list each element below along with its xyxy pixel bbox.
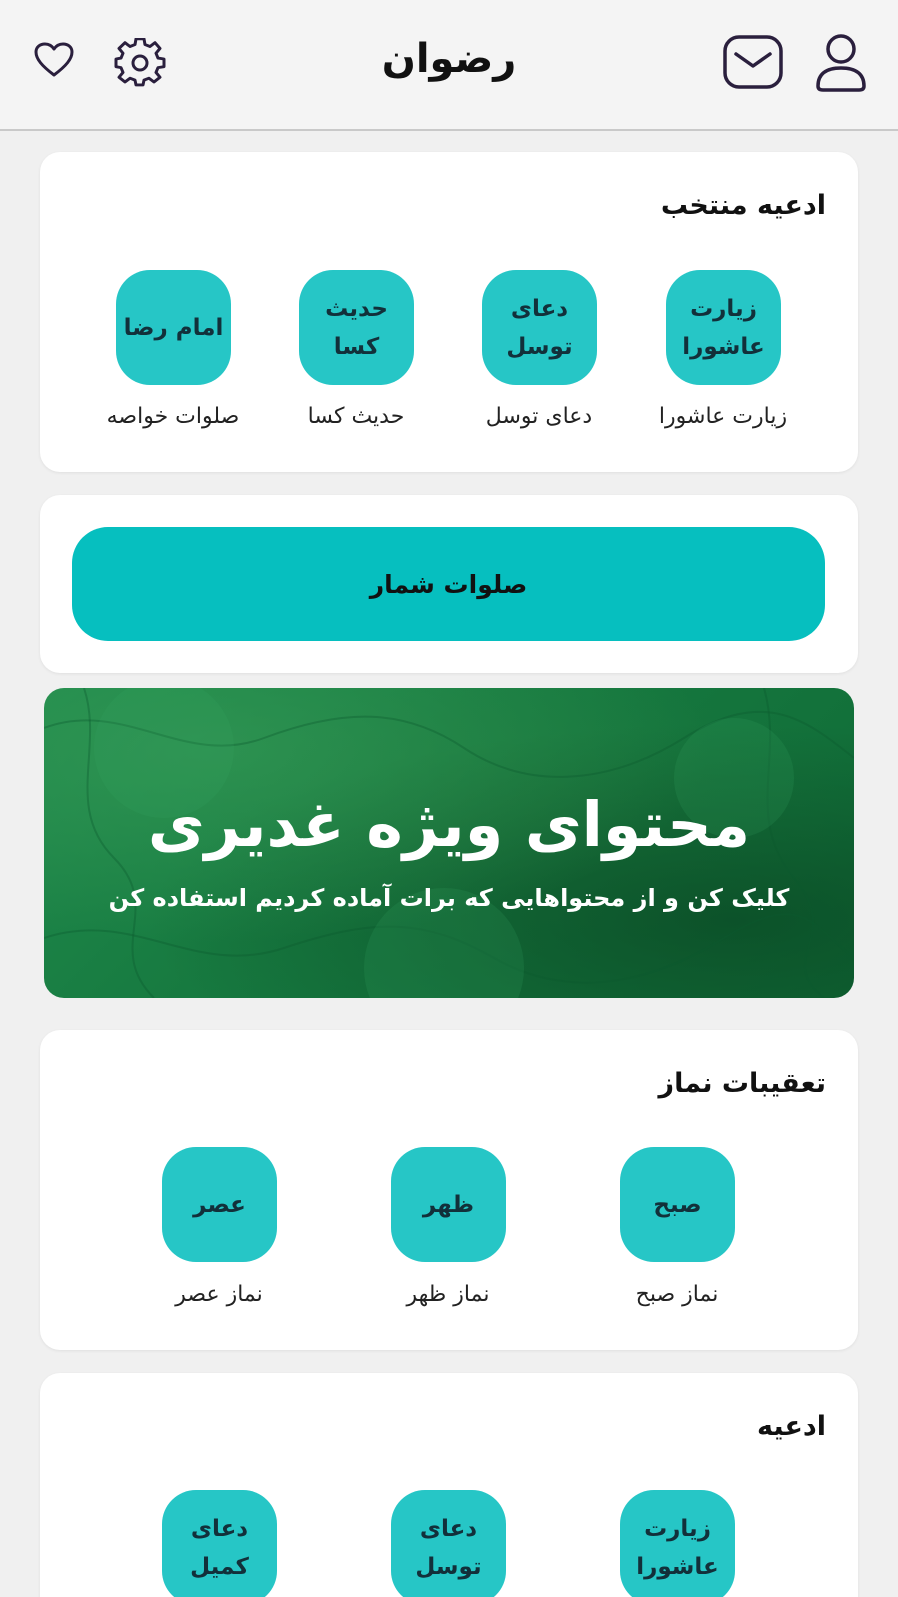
ghadir-content-banner[interactable]: محتوای ویژه غدیری کلیک کن و از محتواهایی… <box>44 688 854 998</box>
tile-asr[interactable]: عصر <box>162 1147 277 1262</box>
tile-label: حدیث کسا <box>307 404 405 429</box>
tile-label: نماز عصر <box>175 1282 263 1307</box>
tile-doa-kumail[interactable]: دعای کمیل <box>162 1490 277 1597</box>
tile-ziarat-ashura[interactable]: زیارت عاشورا <box>620 1490 735 1597</box>
app-header: رضوان <box>0 0 898 131</box>
tile-doa-tavasol[interactable]: دعای توسل <box>482 270 597 385</box>
section-title: تعقیبات نماز <box>658 1068 826 1099</box>
tile-imam-reza[interactable]: امام رضا <box>116 270 231 385</box>
tile-label: صلوات خواصه <box>106 404 240 429</box>
tile-label: نماز ظهر <box>406 1282 490 1307</box>
tile-zohr[interactable]: ظهر <box>391 1147 506 1262</box>
prayers-card: ادعیه زیارت عاشورا دعای توسل دعای کمیل <box>40 1373 858 1597</box>
tile-doa-tavasol[interactable]: دعای توسل <box>391 1490 506 1597</box>
section-title: ادعیه <box>757 1411 826 1442</box>
salawat-counter-button[interactable]: صلوات شمار <box>72 527 825 641</box>
tile-ziarat-ashura[interactable]: زیارت عاشورا <box>666 270 781 385</box>
featured-prayers-card: ادعیه منتخب زیارت عاشورا زیارت عاشورا دع… <box>40 152 858 472</box>
banner-subtitle: کلیک کن و از محتواهایی که برات آماده کرد… <box>108 884 790 912</box>
tile-sobh[interactable]: صبح <box>620 1147 735 1262</box>
profile-icon[interactable] <box>812 32 870 92</box>
prayer-supplications-card: تعقیبات نماز صبح نماز صبح ظهر نماز ظهر ع… <box>40 1030 858 1350</box>
mail-icon[interactable] <box>722 34 784 90</box>
banner-title: محتوای ویژه غدیری <box>147 788 751 861</box>
tile-label: نماز صبح <box>635 1282 719 1307</box>
tile-label: دعای توسل <box>485 404 593 429</box>
section-title: ادعیه منتخب <box>660 190 826 221</box>
salawat-counter-card: صلوات شمار <box>40 495 858 673</box>
tile-label: زیارت عاشورا <box>658 404 788 429</box>
tile-hadith-kasa[interactable]: حدیث کسا <box>299 270 414 385</box>
